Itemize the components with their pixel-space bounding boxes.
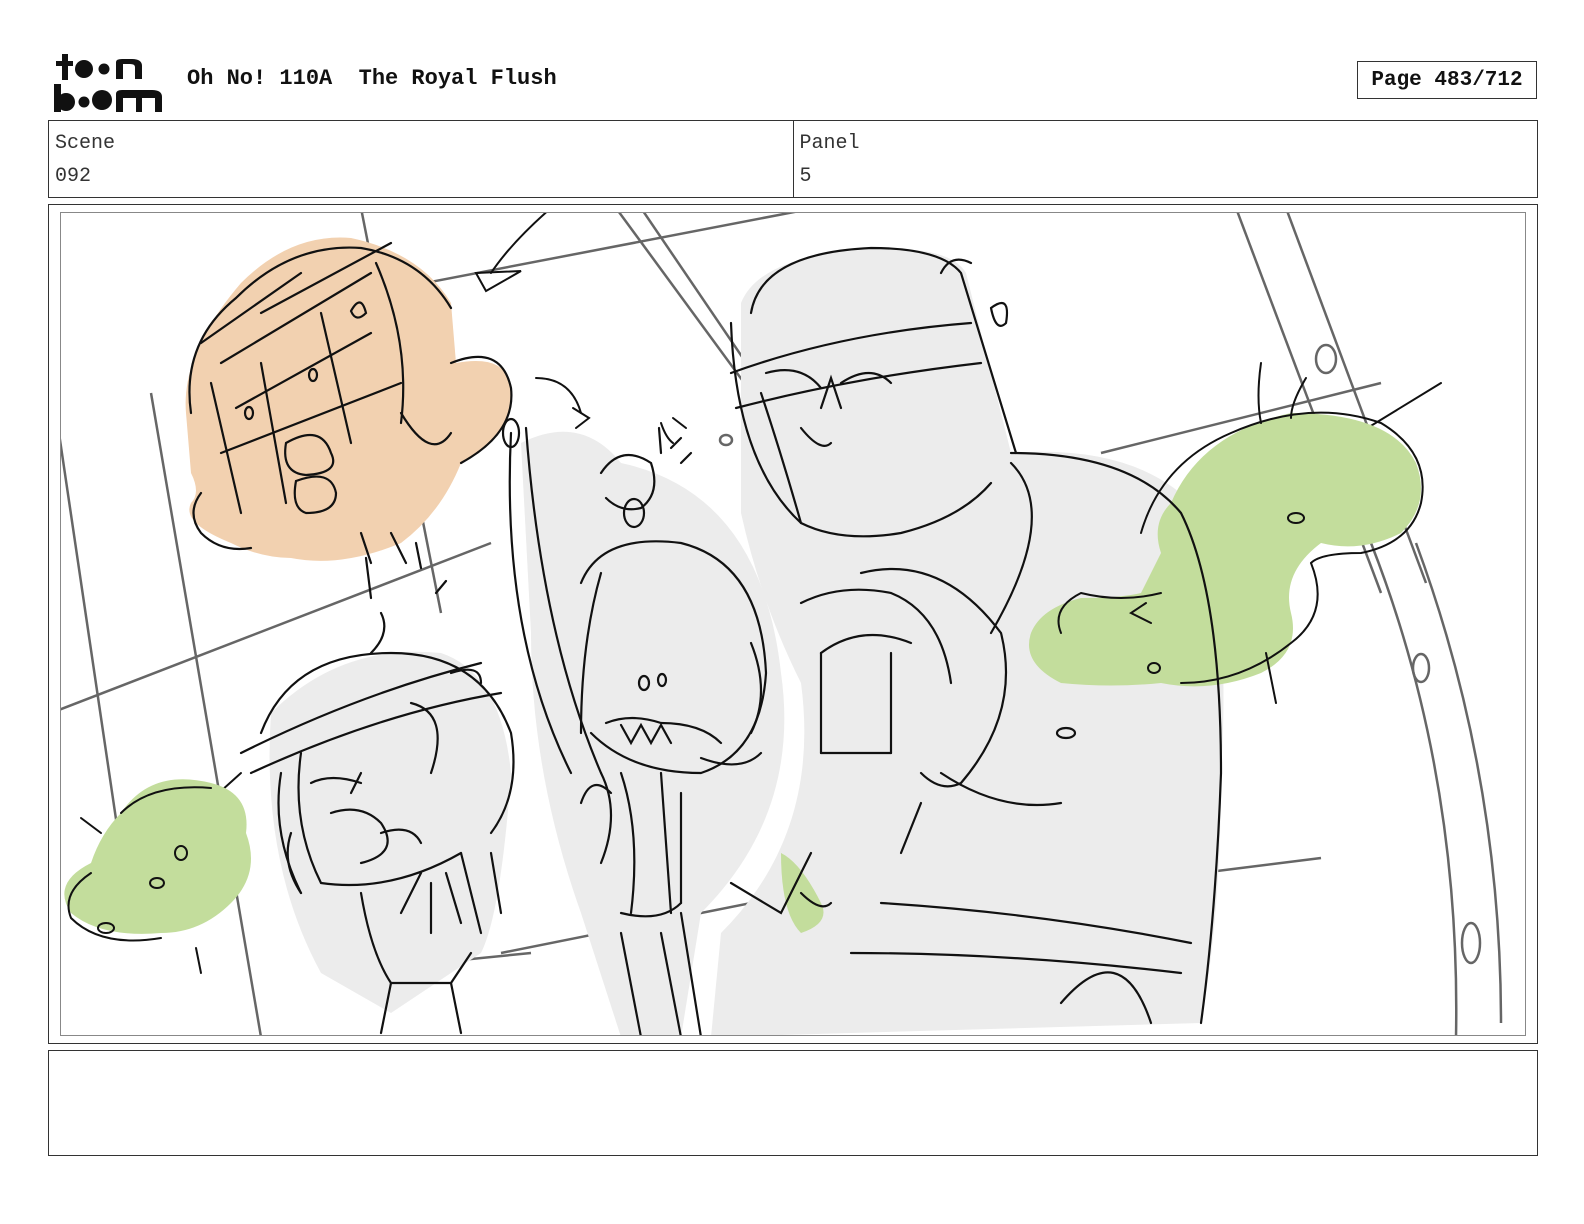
panel-cell: Panel 5 [792, 121, 1538, 197]
panel-value: 5 [799, 165, 812, 188]
toonboom-logo [52, 52, 164, 114]
scene-panel-info: Scene 092 Panel 5 [48, 120, 1538, 198]
scene-cell: Scene 092 [49, 121, 793, 197]
document-title: Oh No! 110A The Royal Flush [187, 66, 557, 91]
scene-label: Scene [55, 132, 116, 155]
scene-value: 092 [55, 165, 92, 188]
panel-notes [48, 1050, 1538, 1156]
panel-label: Panel [799, 132, 860, 155]
storyboard-drawing [60, 212, 1526, 1036]
page-number: Page 483/712 [1357, 61, 1537, 99]
